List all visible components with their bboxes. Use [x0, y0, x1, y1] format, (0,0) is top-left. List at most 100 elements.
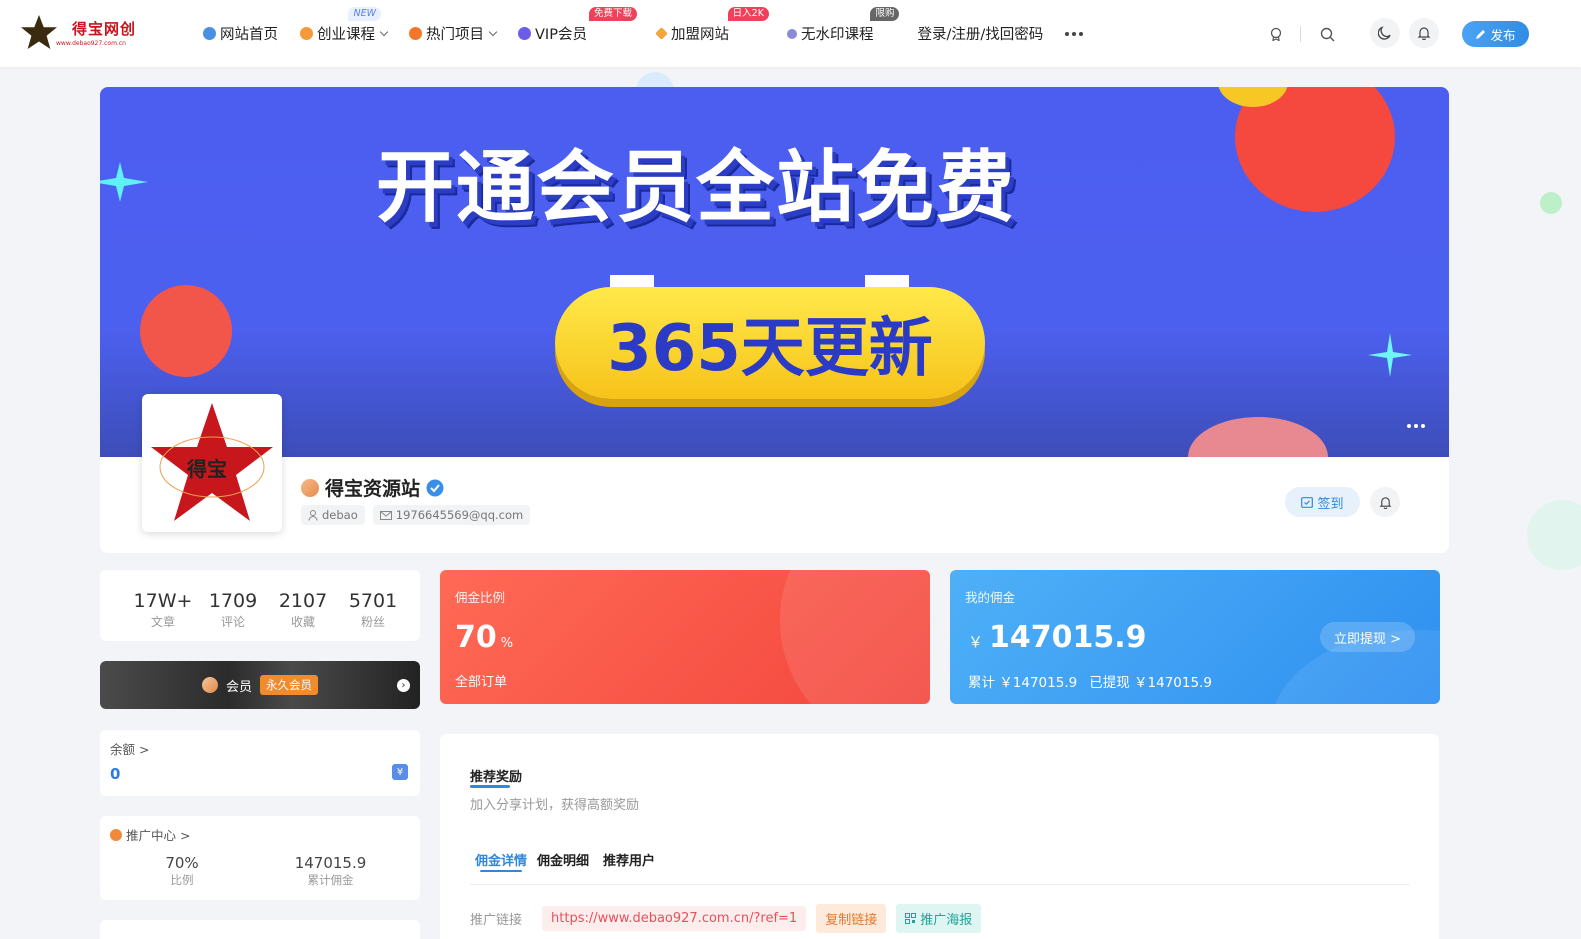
commission-ratio-value-row: 70%: [455, 620, 513, 655]
crown-icon: [301, 478, 319, 497]
copy-link-button[interactable]: 复制链接: [816, 904, 887, 933]
moon-icon: [1378, 26, 1391, 40]
promo-label: 推广中心 >: [126, 828, 191, 843]
stat-favorites[interactable]: 2107 收藏: [268, 570, 338, 641]
reward-desc: 加入分享计划，获得高额奖励: [470, 798, 640, 813]
email-tag: 1976645569@qq.com: [372, 505, 531, 525]
logo-text: 得宝网创: [72, 20, 137, 38]
commission-ratio-label: 佣金比例: [455, 590, 506, 605]
username: debao: [322, 508, 358, 522]
promo-ratio-label: 比例: [170, 873, 194, 887]
nav-label: 加盟网站: [670, 27, 729, 43]
search-button[interactable]: [1316, 23, 1338, 45]
follow-notify-button[interactable]: [1370, 487, 1400, 517]
tab-commission-details[interactable]: 佣金详情: [475, 850, 527, 872]
mail-icon: [379, 510, 392, 520]
commission-ratio-card: 佣金比例 70% 全部订单: [440, 570, 930, 704]
email: 1976645569@qq.com: [395, 508, 524, 522]
publish-button[interactable]: 发布: [1462, 21, 1529, 47]
nav-label: 热门项目: [426, 27, 484, 43]
promo-total: 147015.9 累计佣金: [293, 854, 368, 888]
sidebar-card: [100, 920, 420, 939]
calendar-icon: [1301, 497, 1314, 508]
referral-link-label: 推广链接: [470, 913, 523, 928]
withdraw-button[interactable]: 立即提现 >: [1319, 622, 1415, 652]
my-commission-card: 我的佣金 ￥ 147015.9 立即提现 > 累计 ￥147015.9 已提现 ￥…: [950, 570, 1440, 704]
stat-posts[interactable]: 17W+ 文章: [128, 570, 198, 641]
total-commission: 累计 ￥147015.9: [968, 675, 1078, 691]
nav-badge-new: NEW: [348, 7, 381, 21]
stat-value: 2107: [278, 590, 328, 612]
sparkle-icon: [100, 162, 148, 202]
banner-more-button[interactable]: [1407, 424, 1425, 428]
decor-circle: [140, 285, 232, 377]
money-bag-icon: [110, 828, 122, 841]
nav-label: 登录/注册/找回密码: [917, 27, 1044, 43]
banner-pill: 365天更新: [555, 287, 985, 399]
stats-card: 17W+ 文章 1709 评论 2107 收藏 5701 粉丝: [100, 570, 420, 641]
search-icon: [1320, 27, 1334, 41]
nav-item-franchise[interactable]: 加盟网站 日入2K: [655, 7, 769, 44]
vip-card[interactable]: 会员 永久会员 ›: [100, 661, 420, 709]
currency-symbol: ￥: [968, 633, 984, 651]
stat-label: 评论: [220, 615, 245, 629]
nav-item-login[interactable]: 登录/注册/找回密码: [917, 23, 1043, 44]
avatar[interactable]: 得宝: [142, 394, 282, 532]
promo-total-label: 累计佣金: [307, 873, 354, 887]
site-logo[interactable]: 得宝网创 www.debao927.com.cn: [20, 14, 140, 52]
nav-item-hot-projects[interactable]: 热门项目: [409, 23, 498, 44]
balance-label: 余额 >: [110, 742, 150, 757]
profile-name-row: 得宝资源站: [301, 474, 444, 501]
my-commission-label: 我的佣金: [965, 590, 1016, 605]
stat-followers[interactable]: 5701 粉丝: [338, 570, 408, 641]
dark-mode-toggle[interactable]: [1370, 18, 1400, 48]
stat-value: 5701: [348, 590, 398, 612]
arrow-right-icon: ›: [397, 679, 410, 692]
nav-item-home[interactable]: 网站首页: [203, 23, 278, 44]
balance-value: 0: [110, 765, 121, 783]
balance-card[interactable]: 余额 > 0 ¥: [100, 730, 420, 796]
stat-label: 收藏: [290, 615, 315, 629]
stat-label: 粉丝: [360, 615, 385, 629]
poster-button[interactable]: 推广海报: [896, 904, 982, 933]
promo-center-card[interactable]: 推广中心 > 70% 比例 147015.9 累计佣金: [100, 816, 420, 900]
withdrawn-commission: 已提现 ￥147015.9: [1089, 675, 1212, 691]
nav-badge-daily: 日入2K: [727, 7, 769, 21]
nav-badge-limited: 限购: [870, 7, 900, 21]
referral-reward-panel: 推荐奖励 加入分享计划，获得高额奖励 佣金详情 佣金明细 推荐用户 推广链接 h…: [440, 734, 1439, 939]
vip-icon: [518, 27, 531, 40]
profile-name: 得宝资源站: [325, 478, 421, 500]
nav-item-vip[interactable]: VIP会员 免费下载: [518, 7, 637, 44]
referral-link-row: 推广链接 https://www.debao927.com.cn/?ref=1 …: [470, 904, 982, 933]
tab-commission-records[interactable]: 佣金明细: [537, 850, 589, 869]
user-icon: [308, 509, 318, 521]
nav-item-courses[interactable]: 创业课程 NEW: [300, 7, 389, 44]
star-logo-icon: [21, 14, 57, 50]
pencil-icon: [1476, 29, 1486, 39]
stat-comments[interactable]: 1709 评论: [198, 570, 268, 641]
nav-item-no-watermark[interactable]: 无水印课程 限购: [786, 7, 900, 44]
badge-button[interactable]: [1265, 23, 1287, 45]
verified-icon: [426, 479, 444, 496]
stat-value: 17W+: [133, 590, 193, 612]
tab-referred-users[interactable]: 推荐用户: [603, 850, 655, 869]
profile-card: 开通会员全站免费 365天更新 得宝 得宝资源站 debao 197664556…: [100, 87, 1449, 553]
commission-ratio-unit: %: [500, 636, 514, 651]
more-menu-button[interactable]: [1065, 31, 1084, 36]
chevron-down-icon: [488, 27, 498, 36]
promo-total-value: 147015.9: [294, 854, 367, 872]
promo-label-row: 推广中心 >: [110, 825, 190, 844]
promo-ratio-value: 70%: [165, 854, 199, 872]
divider: [470, 884, 1410, 885]
decor-circle: [1188, 417, 1328, 457]
commission-ratio-sub: 全部订单: [455, 675, 508, 690]
header-divider: [1300, 26, 1301, 42]
my-commission-value: 147015.9: [989, 620, 1147, 655]
checkin-button[interactable]: 签到: [1285, 487, 1360, 517]
vip-label: 会员: [225, 679, 252, 695]
decor-blob: [780, 570, 930, 704]
notification-button[interactable]: [1409, 18, 1439, 48]
bell-icon: [1379, 496, 1391, 509]
referral-link-url[interactable]: https://www.debao927.com.cn/?ref=1: [542, 906, 807, 931]
nav-label: 无水印课程: [800, 27, 874, 43]
